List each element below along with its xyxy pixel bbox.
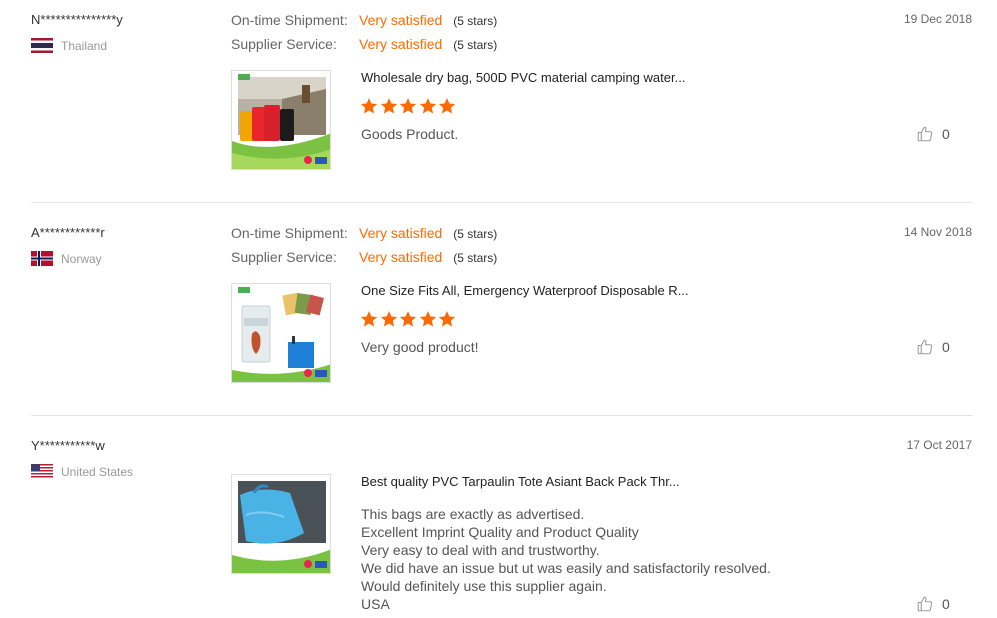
- star-icon: [399, 98, 417, 114]
- review-item: Y***********w United States 17 Oct 2017 …: [0, 438, 997, 618]
- review-divider: [31, 415, 973, 416]
- ontime-shipment-stars: (5 stars): [453, 14, 498, 28]
- star-icon: [399, 311, 417, 327]
- like-button[interactable]: 0: [916, 125, 950, 143]
- supplier-service-stars: (5 stars): [453, 251, 498, 265]
- tote-bag-product-image: [232, 475, 330, 573]
- buyer-country: United States: [31, 464, 133, 479]
- product-thumbnail[interactable]: [231, 474, 331, 574]
- review-date: 17 Oct 2017: [906, 438, 972, 452]
- star-icon: [380, 98, 397, 114]
- supplier-service-row: Supplier Service: Very satisfied (5 star…: [231, 36, 497, 52]
- supplier-service-label: Supplier Service:: [231, 36, 337, 52]
- like-button[interactable]: 0: [916, 338, 950, 356]
- like-button[interactable]: 0: [916, 595, 950, 613]
- review-date: 14 Nov 2018: [903, 225, 972, 239]
- review-comment: Goods Product.: [361, 125, 458, 143]
- star-icon: [360, 311, 378, 327]
- like-count: 0: [942, 339, 950, 355]
- review-date: 19 Dec 2018: [903, 12, 972, 26]
- star-icon: [419, 311, 436, 327]
- rating-stars: [360, 310, 458, 328]
- product-thumbnail[interactable]: [231, 283, 331, 383]
- us-flag-icon: [31, 464, 53, 479]
- comment-line: We did have an issue but ut was easily a…: [361, 560, 771, 576]
- like-count: 0: [942, 596, 950, 612]
- product-title-link[interactable]: One Size Fits All, Emergency Waterproof …: [361, 283, 689, 298]
- norway-flag-icon: [31, 251, 53, 266]
- star-icon: [438, 98, 456, 114]
- comment-line: Excellent Imprint Quality and Product Qu…: [361, 524, 639, 540]
- product-thumbnail[interactable]: [231, 70, 331, 170]
- supplier-service-row: Supplier Service: Very satisfied (5 star…: [231, 249, 497, 265]
- buyer-name: N***************y: [31, 12, 123, 27]
- star-icon: [419, 98, 436, 114]
- buyer-name: A************r: [31, 225, 105, 240]
- thumbs-up-icon: [917, 596, 933, 612]
- supplier-service-value: Very satisfied: [359, 36, 443, 52]
- comment-line: Very good product!: [361, 339, 479, 355]
- ontime-shipment-label: On-time Shipment:: [231, 12, 348, 28]
- comment-line: Very easy to deal with and trustworthy.: [361, 542, 600, 558]
- star-icon: [380, 311, 397, 327]
- star-icon: [438, 311, 456, 327]
- buyer-country: Norway: [31, 251, 102, 266]
- ontime-shipment-row: On-time Shipment: Very satisfied (5 star…: [231, 225, 497, 241]
- dry-bag-product-image: [232, 71, 330, 169]
- waterproof-pouch-product-image: [232, 284, 330, 382]
- thumbs-up-icon: [917, 339, 933, 355]
- rating-stars: [360, 97, 458, 115]
- review-divider: [31, 202, 973, 203]
- review-item: N***************y Thailand 19 Dec 2018 O…: [0, 12, 997, 202]
- country-name: United States: [61, 464, 134, 479]
- ontime-shipment-value: Very satisfied: [359, 225, 443, 241]
- thumbs-up-icon: [917, 126, 933, 142]
- like-count: 0: [942, 126, 950, 142]
- supplier-service-value: Very satisfied: [359, 249, 443, 265]
- country-name: Norway: [61, 251, 102, 266]
- comment-line: Goods Product.: [361, 126, 459, 142]
- supplier-service-stars: (5 stars): [453, 38, 498, 52]
- ontime-shipment-stars: (5 stars): [453, 227, 498, 241]
- buyer-name: Y***********w: [31, 438, 105, 453]
- buyer-country: Thailand: [31, 38, 107, 53]
- ontime-shipment-row: On-time Shipment: Very satisfied (5 star…: [231, 12, 497, 28]
- review-item: A************r Norway 14 Nov 2018 On-tim…: [0, 225, 997, 415]
- comment-line: Would definitely use this supplier again…: [361, 578, 607, 594]
- supplier-service-label: Supplier Service:: [231, 249, 337, 265]
- review-comment: This bags are exactly as advertised. Exc…: [361, 505, 771, 613]
- thailand-flag-icon: [31, 38, 53, 53]
- star-icon: [360, 98, 378, 114]
- ontime-shipment-value: Very satisfied: [359, 12, 443, 28]
- ontime-shipment-label: On-time Shipment:: [231, 225, 348, 241]
- review-comment: Very good product!: [361, 338, 479, 356]
- comment-line: USA: [361, 596, 390, 612]
- product-title-link[interactable]: Best quality PVC Tarpaulin Tote Asiant B…: [361, 474, 680, 489]
- product-title-link[interactable]: Wholesale dry bag, 500D PVC material cam…: [361, 70, 685, 85]
- comment-line: This bags are exactly as advertised.: [361, 506, 585, 522]
- country-name: Thailand: [61, 38, 108, 53]
